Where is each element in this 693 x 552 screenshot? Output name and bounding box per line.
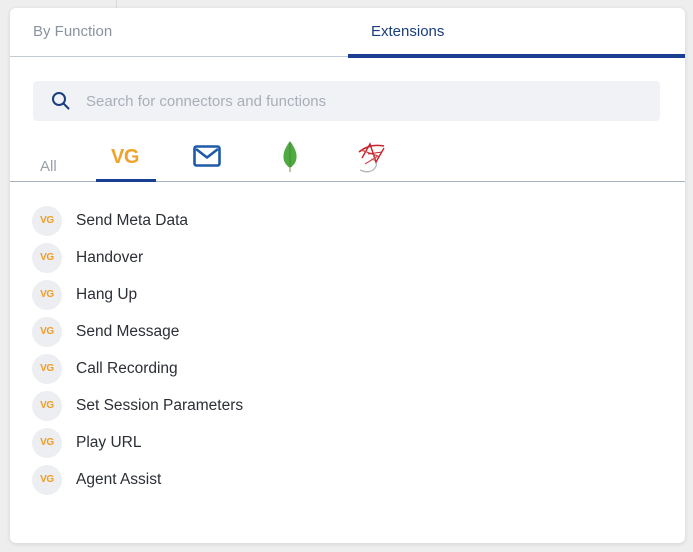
vg-logo-icon: VG (111, 146, 139, 168)
vg-badge-icon: VG (32, 390, 62, 421)
filter-tab-all-label: All (40, 158, 57, 175)
list-item[interactable]: VG Set Session Parameters (32, 387, 652, 424)
filter-tab-mail[interactable] (192, 138, 224, 182)
list-item-label: Send Meta Data (76, 211, 189, 229)
list-item-label: Agent Assist (76, 470, 162, 488)
list-item[interactable]: VG Hang Up (32, 276, 652, 313)
tab-by-function[interactable]: By Function (10, 8, 348, 56)
search-input[interactable] (86, 81, 646, 121)
list-item-label: Handover (76, 248, 144, 266)
list-item[interactable]: VG Play URL (32, 424, 652, 461)
active-tab-indicator (348, 54, 685, 58)
vg-badge-icon: VG (32, 205, 62, 236)
filter-tab-vg[interactable]: VG (96, 138, 156, 182)
vg-badge-icon: VG (32, 316, 62, 347)
filter-tab-all[interactable]: All (40, 138, 62, 182)
mongodb-icon (283, 141, 297, 172)
list-item[interactable]: VG Send Message (32, 313, 652, 350)
vg-badge-icon: VG (32, 427, 62, 458)
list-item-label: Play URL (76, 433, 142, 451)
search-box (33, 81, 660, 121)
search-icon (52, 92, 70, 110)
mail-icon (193, 145, 221, 167)
function-list: VG Send Meta Data VG Handover VG Hang Up… (32, 202, 652, 498)
top-tabs: By Function Extensions (10, 8, 685, 58)
tab-extensions-label: Extensions (371, 23, 445, 40)
list-item[interactable]: VG Send Meta Data (32, 202, 652, 239)
list-item[interactable]: VG Call Recording (32, 350, 652, 387)
list-item[interactable]: VG Handover (32, 239, 652, 276)
filter-tab-mongodb[interactable] (280, 138, 300, 182)
vg-badge-icon: VG (32, 242, 62, 273)
list-item[interactable]: VG Agent Assist (32, 461, 652, 498)
sql-server-icon (358, 142, 385, 173)
active-filter-indicator (96, 179, 156, 182)
vg-badge-icon: VG (32, 279, 62, 310)
vg-badge-icon: VG (32, 464, 62, 495)
list-item-label: Send Message (76, 322, 180, 340)
list-item-label: Call Recording (76, 359, 178, 377)
list-item-label: Hang Up (76, 285, 138, 303)
tab-extensions[interactable]: Extensions (348, 8, 685, 58)
filter-tab-sql-server[interactable] (354, 138, 388, 182)
extensions-panel: By Function Extensions All VG (10, 8, 685, 543)
connector-filter-tabs: All VG (10, 138, 685, 182)
list-item-label: Set Session Parameters (76, 396, 244, 414)
tab-by-function-label: By Function (33, 23, 113, 40)
vg-badge-icon: VG (32, 353, 62, 384)
background-divider (116, 0, 117, 8)
